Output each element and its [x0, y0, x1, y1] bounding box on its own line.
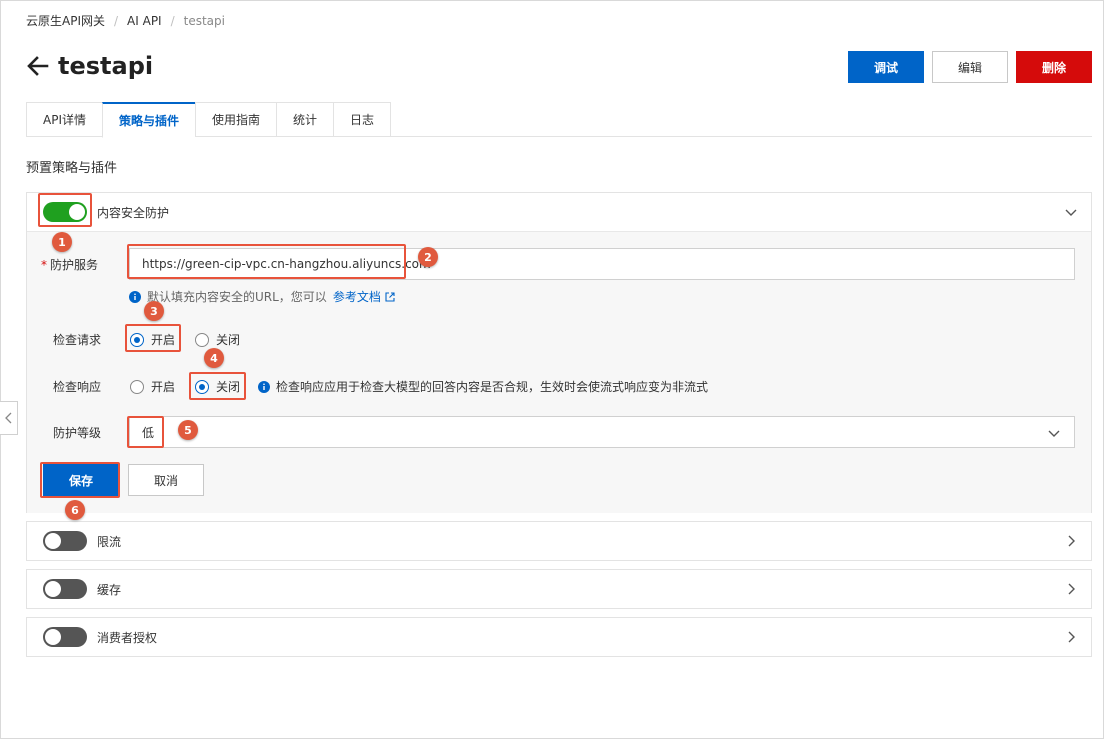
protection-level-label: 防护等级	[53, 426, 102, 440]
service-label: * 防护服务	[41, 258, 99, 272]
service-hint: 默认填充内容安全的URL，您可以 参考文档	[129, 288, 395, 305]
tab-usage-guide[interactable]: 使用指南	[195, 102, 277, 137]
content-safety-panel: 内容安全防护 * 防护服务 https://green-cip-vpc.cn-ha…	[26, 192, 1092, 513]
breadcrumb-separator: /	[114, 13, 119, 28]
tab-policies-plugins[interactable]: 策略与插件	[102, 102, 196, 138]
cache-switch[interactable]	[43, 579, 87, 599]
info-icon	[258, 380, 271, 393]
step-badge: 4	[204, 348, 224, 368]
required-mark: *	[41, 258, 47, 272]
breadcrumb-ai-api[interactable]: AI API	[127, 14, 162, 28]
plugin-label: 消费者授权	[97, 630, 158, 645]
plugin-panel-rate-limit[interactable]: 限流	[26, 521, 1092, 561]
check-request-label: 检查请求	[53, 333, 102, 347]
step-badge: 5	[178, 420, 198, 440]
plugin-panel-cache[interactable]: 缓存	[26, 569, 1092, 609]
protection-level-select[interactable]: 低	[129, 416, 1075, 448]
info-icon	[129, 290, 141, 303]
plugin-label: 缓存	[97, 582, 122, 597]
section-title: 预置策略与插件	[26, 161, 118, 176]
page-title: testapi	[58, 52, 154, 80]
chevron-down-icon[interactable]	[1065, 206, 1077, 218]
cancel-button[interactable]: 取消	[128, 464, 204, 496]
annotation-box	[127, 244, 406, 279]
annotation-box	[189, 372, 246, 400]
breadcrumb-separator: /	[170, 13, 175, 28]
radio-dot	[195, 332, 210, 347]
breadcrumb-current: testapi	[183, 13, 225, 28]
consumer-auth-switch[interactable]	[43, 627, 87, 647]
chevron-right-icon[interactable]	[1065, 631, 1077, 643]
back-arrow-icon[interactable]	[26, 54, 50, 78]
tab-statistics[interactable]: 统计	[276, 102, 334, 137]
sidebar-toggle[interactable]	[0, 401, 18, 435]
chevron-down-icon	[1048, 430, 1060, 437]
content-safety-label: 内容安全防护	[97, 205, 170, 220]
chevron-left-icon	[4, 412, 11, 424]
reference-doc-link[interactable]: 参考文档	[333, 288, 381, 305]
step-badge: 6	[65, 500, 85, 520]
tab-api-details[interactable]: API详情	[26, 102, 102, 137]
annotation-box	[40, 462, 120, 498]
debug-button[interactable]: 调试	[848, 51, 924, 83]
step-badge: 1	[52, 232, 72, 252]
edit-button[interactable]: 编辑	[932, 51, 1008, 83]
content-safety-header[interactable]: 内容安全防护	[27, 193, 1091, 231]
external-link-icon[interactable]	[385, 291, 395, 302]
annotation-box	[127, 416, 164, 448]
plugin-header[interactable]: 消费者授权	[27, 618, 1091, 656]
chevron-right-icon[interactable]	[1065, 535, 1077, 547]
step-badge: 2	[418, 247, 438, 267]
plugin-header[interactable]: 限流	[27, 522, 1091, 560]
plugin-label: 限流	[97, 534, 122, 549]
rate-limit-switch[interactable]	[43, 531, 87, 551]
check-response-label: 检查响应	[53, 380, 102, 394]
check-response-on[interactable]: 开启	[130, 378, 175, 395]
header-actions: 调试 编辑 删除	[848, 51, 1092, 83]
annotation-box	[38, 193, 92, 227]
plugin-header[interactable]: 缓存	[27, 570, 1091, 608]
delete-button[interactable]: 删除	[1016, 51, 1092, 83]
breadcrumb-gateway[interactable]: 云原生API网关	[26, 12, 105, 29]
switch-knob	[45, 581, 61, 597]
annotation-box	[125, 324, 181, 352]
check-request-off[interactable]: 关闭	[195, 331, 240, 348]
tab-bar: API详情 策略与插件 使用指南 统计 日志	[26, 102, 1092, 138]
radio-dot	[130, 379, 144, 394]
title-row: testapi	[26, 52, 153, 80]
switch-knob	[45, 629, 61, 645]
chevron-right-icon[interactable]	[1065, 583, 1077, 595]
tab-logs[interactable]: 日志	[333, 102, 392, 137]
check-response-hint: 检查响应应用于检查大模型的回答内容是否合规，生效时会使流式响应变为非流式	[276, 380, 709, 394]
switch-knob	[45, 533, 61, 549]
step-badge: 3	[144, 301, 164, 321]
breadcrumb: 云原生API网关 / AI API / testapi	[26, 12, 225, 29]
plugin-panel-consumer-auth[interactable]: 消费者授权	[26, 617, 1092, 657]
